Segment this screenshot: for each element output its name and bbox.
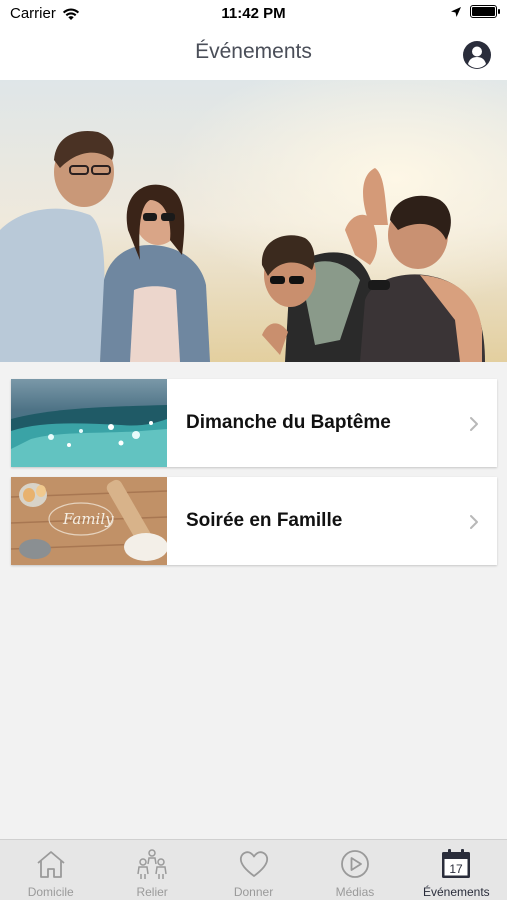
event-title: Soirée en Famille [186, 510, 343, 531]
tab-label: Médias [335, 885, 375, 899]
play-circle-icon [341, 850, 369, 878]
tab-donner[interactable]: Donner [203, 840, 304, 900]
battery-fill [472, 7, 495, 16]
chevron-right-icon [470, 417, 478, 431]
location-arrow-icon [451, 6, 461, 17]
chevron-right-icon [470, 515, 478, 529]
battery-icon [470, 5, 500, 18]
status-time: 11:42 PM [221, 5, 286, 22]
event-title: Dimanche du Baptême [186, 412, 391, 433]
tab-label: Relier [136, 885, 168, 899]
home-icon [37, 851, 65, 878]
tab-evenements[interactable]: 17 Événements [406, 840, 507, 900]
user-circle-icon[interactable] [462, 40, 492, 70]
friends-photo [0, 80, 507, 362]
event-card[interactable]: Dimanche du Baptême [11, 379, 497, 467]
tab-relier[interactable]: Relier [101, 840, 202, 900]
event-card[interactable]: Family Soirée en Famille [11, 477, 497, 565]
calendar-icon: 17 [442, 849, 471, 878]
heart-icon [239, 851, 268, 877]
status-right [450, 5, 500, 18]
page-title: Événements [195, 40, 312, 63]
tab-bar: Domicile Relier Donner Médias 17 Événeme… [0, 839, 507, 900]
hero-image [0, 80, 507, 362]
nav-bar: Événements [0, 28, 507, 80]
family-baking-thumbnail: Family [11, 477, 167, 565]
people-icon [137, 849, 167, 879]
water-waves-thumbnail [11, 379, 167, 467]
tab-medias[interactable]: Médias [304, 840, 405, 900]
status-bar: Carrier 11:42 PM [0, 0, 507, 28]
tab-label: Donner [233, 885, 274, 899]
svg-text:Family: Family [62, 510, 114, 528]
tab-domicile[interactable]: Domicile [0, 840, 101, 900]
tab-label: Domicile [27, 885, 74, 899]
tab-label: Événements [422, 885, 490, 899]
calendar-day: 17 [450, 862, 464, 876]
